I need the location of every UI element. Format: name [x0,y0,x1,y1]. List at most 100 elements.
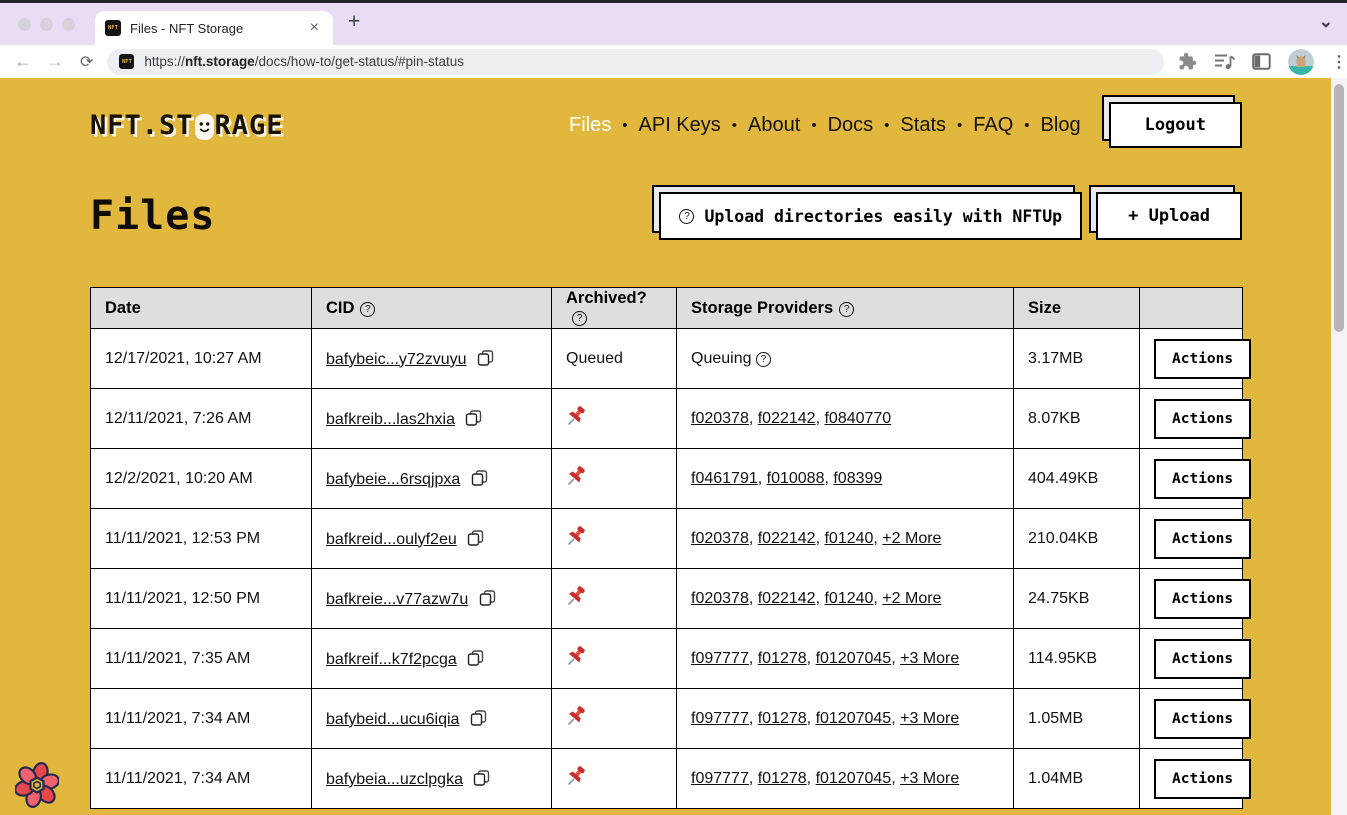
archived-cell [552,509,677,569]
help-icon[interactable]: ? [572,311,587,326]
provider-link[interactable]: f020378 [691,410,749,427]
copy-icon[interactable] [479,589,496,607]
pushpin-icon [566,765,588,787]
nft-storage-logo[interactable]: NFT.STRAGE [90,110,284,141]
actions-button[interactable]: Actions [1154,759,1251,799]
provider-link[interactable]: f022142 [758,410,816,427]
nav-link-docs[interactable]: Docs [828,114,874,137]
provider-link[interactable]: f0840770 [824,410,891,427]
provider-link[interactable]: f0461791 [691,470,758,487]
cid-link[interactable]: bafkreie...v77azw7u [326,591,468,608]
provider-link[interactable]: f020378 [691,590,749,607]
archived-cell: Queued [552,329,677,389]
more-providers-link[interactable]: +3 More [900,770,959,787]
provider-link[interactable]: f097777 [691,770,749,787]
traffic-light-maximize[interactable] [62,18,75,31]
logout-button[interactable]: Logout [1109,102,1242,148]
archived-cell [552,569,677,629]
copy-icon[interactable] [477,349,494,367]
traffic-light-close[interactable] [18,18,31,31]
copy-icon[interactable] [473,769,490,787]
actions-button[interactable]: Actions [1154,399,1251,439]
provider-link[interactable]: f097777 [691,650,749,667]
provider-link[interactable]: f022142 [758,530,816,547]
help-icon[interactable]: ? [839,302,854,317]
traffic-light-minimize[interactable] [40,18,53,31]
more-providers-link[interactable]: +2 More [882,530,941,547]
date-cell: 11/11/2021, 12:50 PM [91,569,312,629]
upload-button[interactable]: + Upload [1096,192,1242,240]
provider-link[interactable]: f01278 [758,770,807,787]
archived-cell [552,389,677,449]
nftup-help-button[interactable]: ?Upload directories easily with NFTUp [659,192,1082,240]
more-providers-link[interactable]: +2 More [882,590,941,607]
actions-button[interactable]: Actions [1154,639,1251,679]
help-icon[interactable]: ? [360,302,375,317]
table-row: 11/11/2021, 12:50 PMbafkreie...v77azw7u … [91,569,1243,629]
cid-cell: bafybeia...uzclpgka [312,749,552,809]
actions-cell: Actions [1140,449,1243,509]
copy-icon[interactable] [467,529,484,547]
nav-separator: • [957,117,962,134]
date-cell: 11/11/2021, 7:34 AM [91,749,312,809]
provider-link[interactable]: f01240 [824,590,873,607]
extensions-puzzle-icon[interactable] [1178,52,1197,71]
nav-link-blog[interactable]: Blog [1041,114,1081,137]
new-tab-button[interactable]: + [348,10,360,34]
nav-link-about[interactable]: About [748,114,800,137]
refresh-button[interactable]: ⟳ [80,52,93,72]
forward-button[interactable]: → [46,51,64,72]
help-icon[interactable]: ? [756,352,771,367]
provider-link[interactable]: f01207045 [816,650,892,667]
provider-link[interactable]: f010088 [767,470,825,487]
side-panel-icon[interactable] [1252,53,1271,70]
copy-icon[interactable] [467,649,484,667]
cid-link[interactable]: bafkreib...las2hxia [326,411,455,428]
cid-link[interactable]: bafkreid...oulyf2eu [326,531,457,548]
actions-button[interactable]: Actions [1154,519,1251,559]
cid-link[interactable]: bafybeid...ucu6iqia [326,711,459,728]
cid-link[interactable]: bafkreif...k7f2pcga [326,651,457,668]
providers-cell: Queuing ? [677,329,1014,389]
media-controls-icon[interactable] [1214,53,1235,70]
provider-link[interactable]: f01278 [758,650,807,667]
cid-cell: bafkreid...oulyf2eu [312,509,552,569]
provider-link[interactable]: f097777 [691,710,749,727]
more-providers-link[interactable]: +3 More [900,650,959,667]
provider-link[interactable]: f022142 [758,590,816,607]
browser-tab[interactable]: NFT Files - NFT Storage × [95,11,333,45]
actions-button[interactable]: Actions [1154,459,1251,499]
cid-link[interactable]: bafybeie...6rsqjpxa [326,471,460,488]
copy-icon[interactable] [470,709,487,727]
provider-link[interactable]: f01240 [824,530,873,547]
address-bar[interactable]: NFT https://nft.storage/docs/how-to/get-… [107,49,1164,75]
cid-link[interactable]: bafybeia...uzclpgka [326,771,463,788]
copy-icon[interactable] [471,469,488,487]
profile-avatar[interactable] [1288,49,1314,75]
nav-link-stats[interactable]: Stats [900,114,946,137]
actions-button[interactable]: Actions [1154,339,1251,379]
more-providers-link[interactable]: +3 More [900,710,959,727]
nav-separator: • [884,117,889,134]
nav-link-faq[interactable]: FAQ [973,114,1013,137]
back-button[interactable]: ← [14,51,32,72]
provider-link[interactable]: f020378 [691,530,749,547]
provider-link[interactable]: f01207045 [816,770,892,787]
provider-link[interactable]: f01278 [758,710,807,727]
providers-cell: f0461791, f010088, f08399 [677,449,1014,509]
nav-link-files[interactable]: Files [569,114,611,137]
browser-menu-icon[interactable]: ⋮ [1331,52,1347,72]
pushpin-icon [566,645,588,667]
pushpin-icon [566,465,588,487]
actions-button[interactable]: Actions [1154,579,1251,619]
provider-link[interactable]: f08399 [833,470,882,487]
nav-link-api-keys[interactable]: API Keys [639,114,721,137]
chevron-down-icon[interactable]: ⌄ [1319,12,1333,32]
tab-close-icon[interactable]: × [306,19,323,37]
scrollbar-thumb[interactable] [1334,84,1344,332]
cid-link[interactable]: bafybeic...y72zvuyu [326,351,467,368]
actions-button[interactable]: Actions [1154,699,1251,739]
provider-link[interactable]: f01207045 [816,710,892,727]
copy-icon[interactable] [465,409,482,427]
site-favicon: NFT [105,20,121,36]
